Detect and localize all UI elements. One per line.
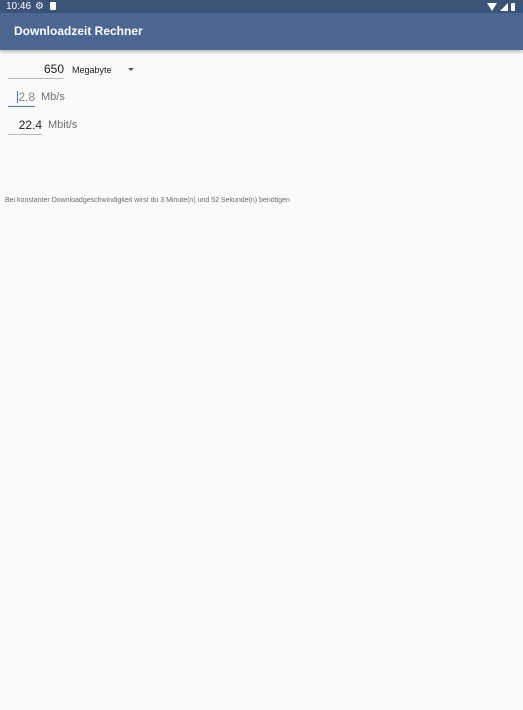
size-unit-select[interactable]: Megabyte [72,61,112,79]
size-value: 650 [43,62,64,76]
signal-icon [500,2,508,11]
status-time: 10:46 [6,1,32,12]
chevron-down-icon[interactable] [128,68,134,71]
speed-mb-value: 2.8 [18,90,35,104]
gear-icon: ⚙ [35,1,44,12]
battery-icon [511,2,515,11]
size-input[interactable]: 650 [8,60,64,79]
speed-mbit-unit-label: Mbit/s [48,119,78,131]
wifi-icon [487,2,497,11]
status-bar: 10:46 ⚙ [0,0,523,13]
sd-card-icon [50,2,56,10]
speed-mbit-value: 22.4 [18,118,42,132]
speed-mb-input[interactable]: 2.8 [8,88,35,107]
status-right-icons [487,2,515,11]
app-bar: Downloadzeit Rechner [0,13,523,50]
result-text: Bei konstanter Downloadgeschwindigkeit w… [5,197,290,204]
app-title: Downloadzeit Rechner [14,24,143,38]
speed-mbit-input[interactable]: 22.4 [8,116,42,135]
speed-mb-unit-label: Mb/s [41,91,65,103]
